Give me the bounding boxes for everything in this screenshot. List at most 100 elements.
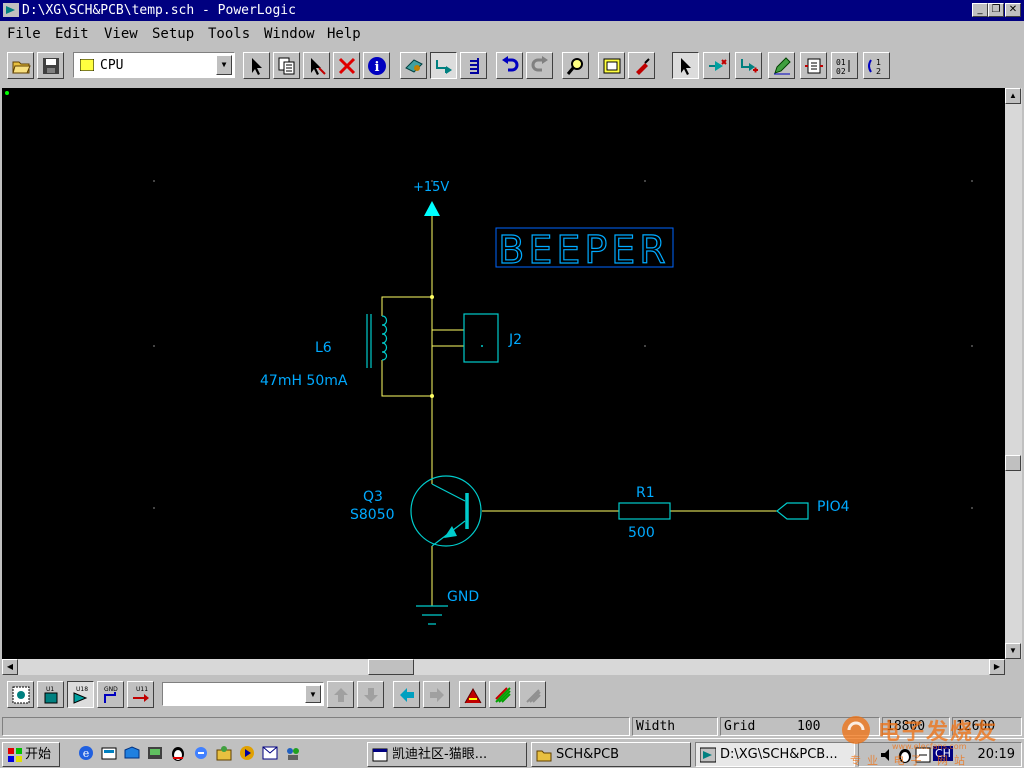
swap-pins-button[interactable]: 12	[863, 52, 890, 79]
power-arrow-symbol	[424, 201, 440, 216]
hierarchy-button[interactable]	[800, 52, 827, 79]
save-button[interactable]	[37, 52, 64, 79]
redo-icon	[531, 56, 548, 72]
minimize-button[interactable]: _	[972, 3, 988, 17]
menu-help[interactable]: Help	[327, 26, 361, 42]
select-components-button[interactable]: U1	[37, 681, 64, 708]
folder-user-icon[interactable]	[216, 745, 232, 761]
speaker-icon[interactable]	[879, 747, 895, 763]
add-off-page-button[interactable]	[735, 52, 762, 79]
media-play-icon[interactable]	[239, 745, 255, 761]
svg-text:1: 1	[876, 58, 881, 67]
close-button[interactable]: ✕	[1005, 3, 1021, 17]
select-anything-button[interactable]	[7, 681, 34, 708]
menu-setup[interactable]: Setup	[152, 26, 194, 42]
system-tray: CH 20:19	[858, 742, 1022, 767]
horizontal-scroll-thumb[interactable]	[368, 659, 414, 675]
menu-view[interactable]: View	[104, 26, 138, 42]
layers-icon	[495, 687, 511, 703]
next-button[interactable]	[423, 681, 450, 708]
open-button[interactable]	[7, 52, 34, 79]
add-bus-button[interactable]	[460, 52, 487, 79]
select-button[interactable]	[243, 52, 270, 79]
qq-tray-icon[interactable]	[897, 747, 913, 763]
drafting-select-button[interactable]	[672, 52, 699, 79]
eco-button[interactable]	[628, 52, 655, 79]
select-gates-button[interactable]: U18	[67, 681, 94, 708]
powerlogic-app-icon[interactable]	[3, 3, 19, 17]
add-part-button[interactable]	[400, 52, 427, 79]
network-people-icon[interactable]	[285, 745, 301, 761]
move-down-button[interactable]	[357, 681, 384, 708]
previous-button[interactable]	[393, 681, 420, 708]
sheet-icon	[603, 58, 621, 74]
redo-button[interactable]	[526, 52, 553, 79]
vertical-scroll-thumb[interactable]	[1005, 455, 1021, 471]
copy-icon	[278, 57, 295, 75]
messenger-icon[interactable]	[193, 745, 209, 761]
scroll-down-button[interactable]: ▼	[1005, 643, 1021, 659]
x-coord: 18800	[886, 719, 926, 734]
pin-icon: U11	[133, 686, 149, 702]
layers-button[interactable]	[489, 681, 516, 708]
menu-file[interactable]: File	[7, 26, 41, 42]
internet-explorer-icon[interactable]: e	[78, 745, 94, 761]
arrow-pointer-icon	[252, 58, 262, 75]
inductor-ref: L6	[315, 340, 332, 356]
net-icon-label: GND	[104, 686, 118, 693]
undo-button[interactable]	[496, 52, 523, 79]
menu-window[interactable]: Window	[264, 26, 315, 42]
add-wire-button[interactable]	[430, 52, 457, 79]
schematic-drawing: +15V BEEPER L6 47mH 50mA J2 Q3 S8050 GND…	[5, 91, 973, 625]
zoom-button[interactable]	[562, 52, 589, 79]
horizontal-scrollbar[interactable]: ◀ ▶	[2, 659, 1005, 675]
task-sch-pcb-folder[interactable]: SCH&PCB	[531, 742, 691, 767]
copy-button[interactable]	[273, 52, 300, 79]
eco-brush-icon	[636, 58, 650, 75]
select-filter-button[interactable]	[303, 52, 330, 79]
restore-button[interactable]: ❐	[988, 3, 1004, 17]
renumber-button[interactable]: 01 02	[831, 52, 858, 79]
query-button[interactable]: i	[363, 52, 390, 79]
outlook-express-icon[interactable]	[124, 745, 140, 761]
qq-penguin-icon[interactable]	[170, 745, 186, 761]
add-connector-button[interactable]	[703, 52, 730, 79]
schematic-canvas[interactable]: +15V BEEPER L6 47mH 50mA J2 Q3 S8050 GND…	[2, 88, 1005, 659]
sheet-button[interactable]	[598, 52, 625, 79]
selection-combo-arrow[interactable]: ▼	[305, 685, 321, 703]
language-indicator[interactable]: CH	[933, 746, 953, 761]
input-method-icon[interactable]	[915, 747, 931, 763]
delete-button[interactable]	[333, 52, 360, 79]
selection-combo[interactable]: ▼	[162, 682, 324, 706]
route-button[interactable]	[459, 681, 486, 708]
move-up-button[interactable]	[327, 681, 354, 708]
media-player-icon[interactable]	[147, 745, 163, 761]
undo-icon	[502, 56, 519, 72]
part-type-combo[interactable]: CPU ▼	[73, 52, 235, 78]
arrow-pointer-icon	[681, 58, 691, 75]
scroll-right-button[interactable]: ▶	[989, 659, 1005, 675]
y-coord: 12600	[956, 719, 996, 734]
select-pins-button[interactable]: U11	[127, 681, 154, 708]
menu-edit[interactable]: Edit	[55, 26, 89, 42]
scroll-left-button[interactable]: ◀	[2, 659, 18, 675]
edit-part-button[interactable]	[768, 52, 795, 79]
combo-dropdown-arrow[interactable]: ▼	[216, 55, 232, 75]
drc-button[interactable]	[519, 681, 546, 708]
resistor-symbol	[618, 502, 671, 520]
x-coord-field: 18800	[882, 717, 950, 736]
show-desktop-icon[interactable]	[101, 745, 117, 761]
connector-ref: J2	[508, 332, 522, 348]
scroll-up-button[interactable]: ▲	[1005, 88, 1021, 104]
resistor-ref: R1	[636, 485, 655, 501]
task-powerlogic[interactable]: D:\XG\SCH&PCB...	[695, 742, 855, 767]
start-button[interactable]: 开始	[2, 742, 60, 767]
vertical-scrollbar[interactable]: ▲ ▼	[1005, 88, 1022, 659]
task-kaidi-community[interactable]: 凯迪社区-猫眼...	[367, 742, 527, 767]
wire-icon	[436, 60, 452, 74]
mail-window-icon[interactable]	[262, 745, 278, 761]
renumber-icon: 0102	[836, 58, 850, 76]
select-nets-button[interactable]: GND	[97, 681, 124, 708]
gate-icon: U18	[73, 686, 88, 704]
menu-tools[interactable]: Tools	[208, 26, 250, 42]
